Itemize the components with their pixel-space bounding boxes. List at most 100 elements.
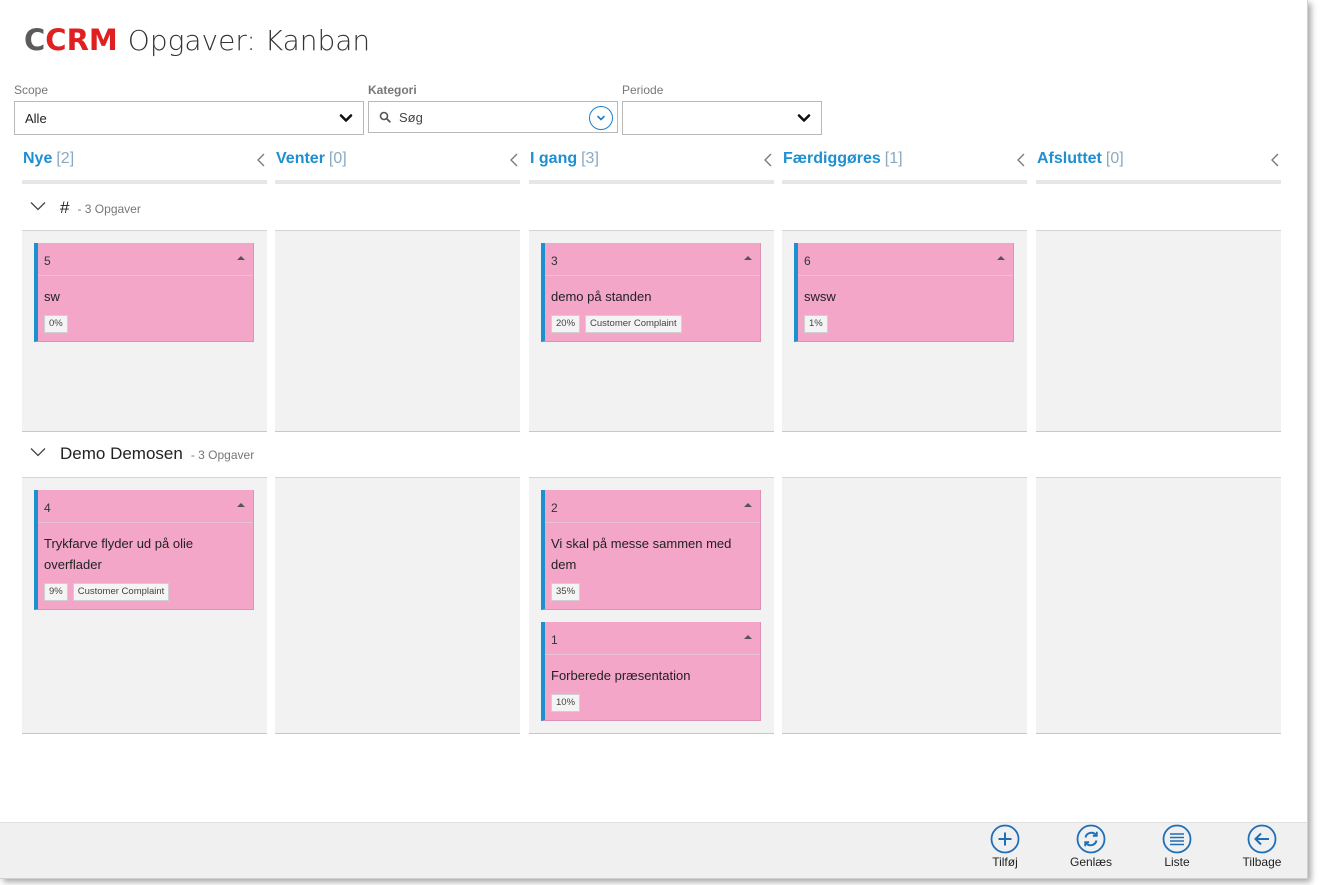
- page-title: Opgaver: Kanban: [127, 23, 371, 57]
- page-header: C CRM Opgaver: Kanban: [24, 20, 370, 60]
- card-header: 4: [38, 490, 253, 523]
- task-title: swsw: [804, 289, 836, 304]
- column-name: I gang: [530, 150, 578, 167]
- column-name: Nye: [23, 150, 53, 167]
- progress-badge: 0%: [44, 315, 68, 333]
- column-count: [0]: [1105, 150, 1124, 167]
- chevron-down-icon: [797, 114, 811, 122]
- card-header: 6: [798, 243, 1013, 276]
- column-count: [3]: [581, 150, 599, 167]
- caret-up-icon[interactable]: [744, 502, 752, 508]
- group-header-demo-demosen[interactable]: Demo Demosen - 3 Opgaver: [30, 444, 254, 464]
- kategori-label: Kategori: [368, 83, 417, 97]
- list-label: Liste: [1164, 855, 1190, 869]
- collapse-left-icon[interactable]: [508, 152, 520, 168]
- kategori-placeholder: Søg: [399, 109, 423, 125]
- lane-venter-group-1: [275, 230, 520, 432]
- column-count: [0]: [328, 150, 347, 167]
- caret-up-icon[interactable]: [237, 502, 245, 508]
- collapse-left-icon[interactable]: [762, 152, 774, 168]
- chevron-down-icon[interactable]: [30, 447, 46, 457]
- app-window: C CRM Opgaver: Kanban Scope Alle Kategori…: [0, 0, 1308, 879]
- card-tags: 10%: [545, 686, 760, 720]
- add-button[interactable]: Tilføj: [970, 823, 1040, 869]
- column-header-venter[interactable]: Venter [0]: [275, 148, 520, 184]
- logo-letters-crm: CRM: [45, 22, 118, 57]
- card-tags: 9% Customer Complaint: [38, 575, 253, 609]
- card-tags: 20% Customer Complaint: [545, 307, 760, 341]
- back-label: Tilbage: [1242, 855, 1282, 869]
- task-number: 4: [44, 501, 51, 515]
- refresh-icon: [1076, 824, 1106, 854]
- group-count: - 3 Opgaver: [190, 448, 255, 462]
- column-name: Afsluttet: [1037, 150, 1102, 167]
- progress-badge: 10%: [551, 694, 581, 712]
- task-card[interactable]: 6 swsw 1%: [794, 243, 1014, 342]
- refresh-label: Genlæs: [1069, 855, 1113, 869]
- column-header-faerdiggoeres[interactable]: Færdiggøres [1]: [782, 148, 1027, 184]
- collapse-left-icon[interactable]: [255, 152, 267, 168]
- caret-up-icon[interactable]: [237, 255, 245, 261]
- caret-up-icon[interactable]: [744, 634, 752, 640]
- list-button[interactable]: Liste: [1142, 823, 1212, 869]
- card-header: 2: [545, 490, 760, 523]
- back-arrow-icon: [1247, 824, 1277, 854]
- task-title: sw: [44, 289, 60, 304]
- task-number: 6: [804, 254, 811, 268]
- kategori-dropdown-button[interactable]: [589, 106, 613, 130]
- column-header-i-gang[interactable]: I gang [3]: [529, 148, 774, 184]
- card-tags: 35%: [545, 575, 760, 609]
- lane-i-gang-group-2: 2 Vi skal på messe sammen med dem 35% 1 …: [529, 477, 774, 734]
- task-number: 2: [551, 501, 558, 515]
- task-card[interactable]: 1 Forberede præsentation 10%: [541, 622, 761, 721]
- task-card[interactable]: 5 sw 0%: [34, 243, 254, 342]
- caret-up-icon[interactable]: [997, 255, 1005, 261]
- lane-faerdiggoeres-group-2: [782, 477, 1027, 734]
- column-name: Venter: [276, 150, 325, 167]
- collapse-left-icon[interactable]: [1015, 152, 1027, 168]
- chevron-down-icon[interactable]: [30, 201, 46, 211]
- kategori-search-input[interactable]: Søg: [368, 101, 618, 133]
- lane-nye-group-1: 5 sw 0%: [22, 230, 267, 432]
- column-count: [2]: [56, 150, 75, 167]
- task-card[interactable]: 3 demo på standen 20% Customer Complaint: [541, 243, 761, 342]
- periode-label: Periode: [622, 83, 664, 97]
- category-badge: Customer Complaint: [72, 583, 170, 601]
- task-title: demo på standen: [551, 289, 652, 304]
- periode-filter: Periode: [622, 83, 822, 135]
- chevron-down-icon: [597, 115, 605, 121]
- scope-label: Scope: [14, 83, 49, 97]
- bottom-app-bar: Tilføj Genlæs Liste Tilbage: [0, 822, 1307, 878]
- add-label: Tilføj: [992, 855, 1018, 869]
- lane-afsluttet-group-2: [1036, 477, 1281, 734]
- refresh-button[interactable]: Genlæs: [1056, 823, 1126, 869]
- caret-up-icon[interactable]: [744, 255, 752, 261]
- card-header: 5: [38, 243, 253, 276]
- column-header-afsluttet[interactable]: Afsluttet [0]: [1036, 148, 1281, 184]
- periode-select[interactable]: [622, 101, 822, 135]
- group-header-hash[interactable]: # - 3 Opgaver: [30, 198, 141, 218]
- task-title: Trykfarve flyder ud på olie overflader: [44, 536, 194, 572]
- kategori-filter: Kategori Søg: [368, 83, 618, 133]
- task-card[interactable]: 4 Trykfarve flyder ud på olie overflader…: [34, 490, 254, 610]
- lane-afsluttet-group-1: [1036, 230, 1281, 432]
- ccrm-logo: C CRM: [24, 22, 118, 57]
- chevron-down-icon: [339, 114, 353, 122]
- back-button[interactable]: Tilbage: [1227, 823, 1297, 869]
- group-name: #: [60, 198, 70, 217]
- column-title: Færdiggøres [1]: [783, 150, 903, 168]
- card-header: 1: [545, 622, 760, 655]
- plus-icon: [990, 824, 1020, 854]
- column-title: Afsluttet [0]: [1037, 150, 1124, 168]
- logo-letter-c: C: [24, 22, 46, 57]
- column-title: Nye [2]: [23, 150, 74, 168]
- column-header-nye[interactable]: Nye [2]: [22, 148, 267, 184]
- task-card[interactable]: 2 Vi skal på messe sammen med dem 35%: [541, 490, 761, 610]
- collapse-left-icon[interactable]: [1269, 152, 1281, 168]
- column-title: Venter [0]: [276, 150, 347, 168]
- category-badge: Customer Complaint: [585, 315, 682, 333]
- scope-select[interactable]: Alle: [14, 101, 364, 135]
- task-number: 1: [551, 633, 558, 647]
- lane-nye-group-2: 4 Trykfarve flyder ud på olie overflader…: [22, 477, 267, 734]
- progress-badge: 20%: [551, 315, 581, 333]
